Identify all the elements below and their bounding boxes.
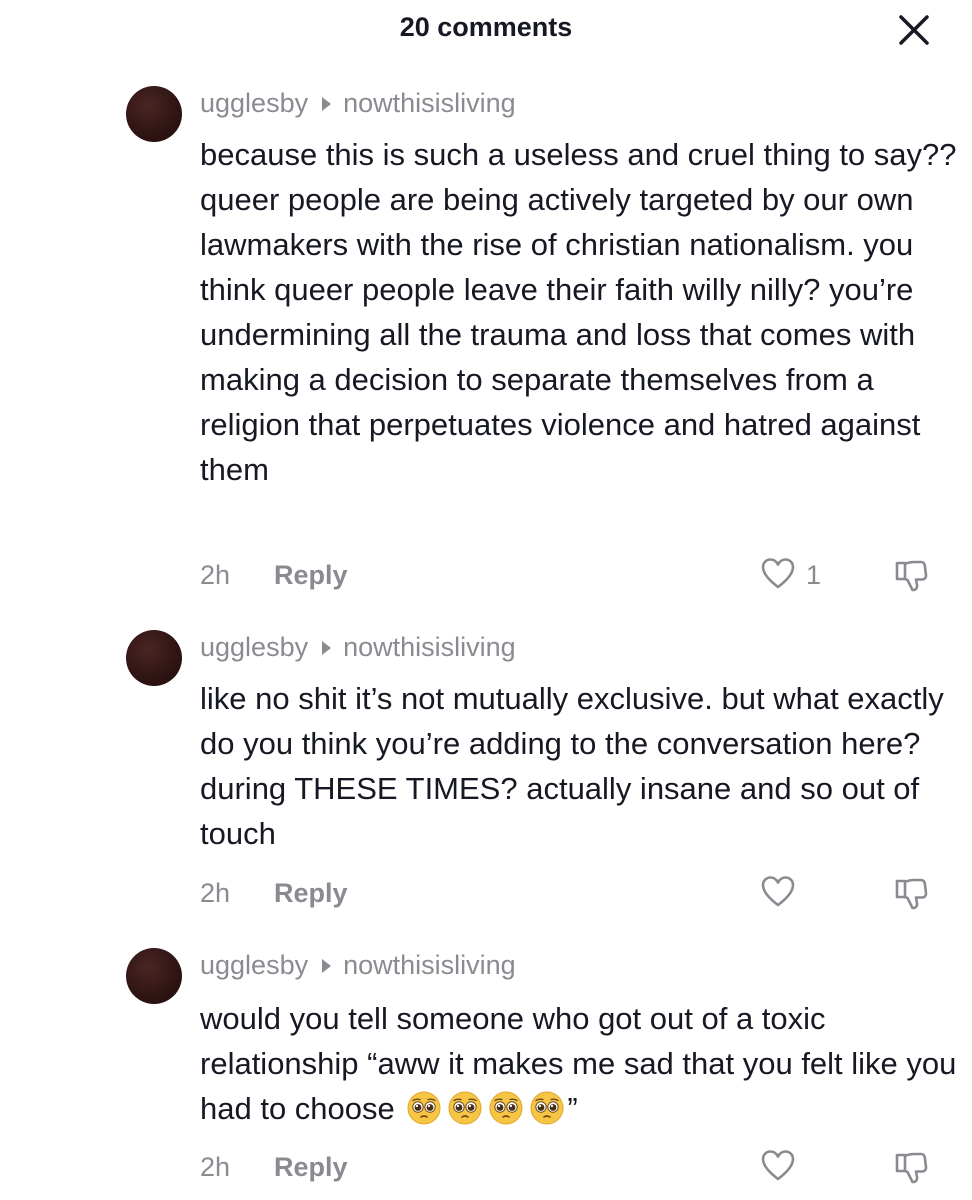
- reply-arrow-icon: [322, 958, 332, 973]
- comment-time: 2h: [200, 560, 231, 590]
- pleading-face-emoji-icon: [489, 1091, 523, 1125]
- comment-text-end: ”: [567, 1091, 578, 1126]
- comment-text: would you tell someone who got out of a …: [200, 996, 960, 1131]
- avatar[interactable]: [126, 86, 182, 142]
- comment-meta: ugglesby nowthisisliving: [200, 632, 516, 663]
- comment-text: because this is such a useless and cruel…: [200, 137, 957, 487]
- reply-to-username[interactable]: nowthisisliving: [343, 950, 516, 981]
- comments-header: 20 comments: [0, 0, 972, 62]
- like-count: 1: [806, 560, 822, 590]
- dislike-icon[interactable]: [892, 1148, 930, 1186]
- comment-meta: ugglesby nowthisisliving: [200, 88, 516, 119]
- comment-actions: 2h Reply: [200, 874, 940, 914]
- reply-to-username[interactable]: nowthisisliving: [343, 632, 516, 663]
- heart-icon[interactable]: [760, 874, 796, 910]
- comment-actions: 2h Reply 1: [200, 556, 940, 596]
- avatar[interactable]: [126, 630, 182, 686]
- username[interactable]: ugglesby: [200, 950, 308, 981]
- heart-icon[interactable]: [760, 556, 796, 592]
- comment-text-content: would you tell someone who got out of a …: [200, 1001, 957, 1126]
- pleading-face-emoji-icon: [530, 1091, 564, 1125]
- dislike-icon[interactable]: [892, 556, 930, 594]
- comment-time: 2h: [200, 1152, 231, 1182]
- reply-button[interactable]: Reply: [274, 878, 348, 909]
- reply-arrow-icon: [322, 640, 332, 655]
- comment-time: 2h: [200, 878, 231, 908]
- username[interactable]: ugglesby: [200, 632, 308, 663]
- close-icon[interactable]: [896, 12, 932, 48]
- heart-icon[interactable]: [760, 1148, 796, 1184]
- reply-to-username[interactable]: nowthisisliving: [343, 88, 516, 119]
- username[interactable]: ugglesby: [200, 88, 308, 119]
- avatar[interactable]: [126, 948, 182, 1004]
- dislike-icon[interactable]: [892, 874, 930, 912]
- comment-meta: ugglesby nowthisisliving: [200, 950, 516, 981]
- pleading-face-emoji-icon: [407, 1091, 441, 1125]
- reply-button[interactable]: Reply: [274, 560, 348, 591]
- reply-button[interactable]: Reply: [274, 1152, 348, 1183]
- comments-count-title: 20 comments: [399, 12, 573, 42]
- pleading-face-emoji-icon: [448, 1091, 482, 1125]
- comment-actions: 2h Reply: [200, 1148, 940, 1188]
- reply-arrow-icon: [322, 96, 332, 111]
- comment-text: like no shit it’s not mutually exclusive…: [200, 681, 944, 851]
